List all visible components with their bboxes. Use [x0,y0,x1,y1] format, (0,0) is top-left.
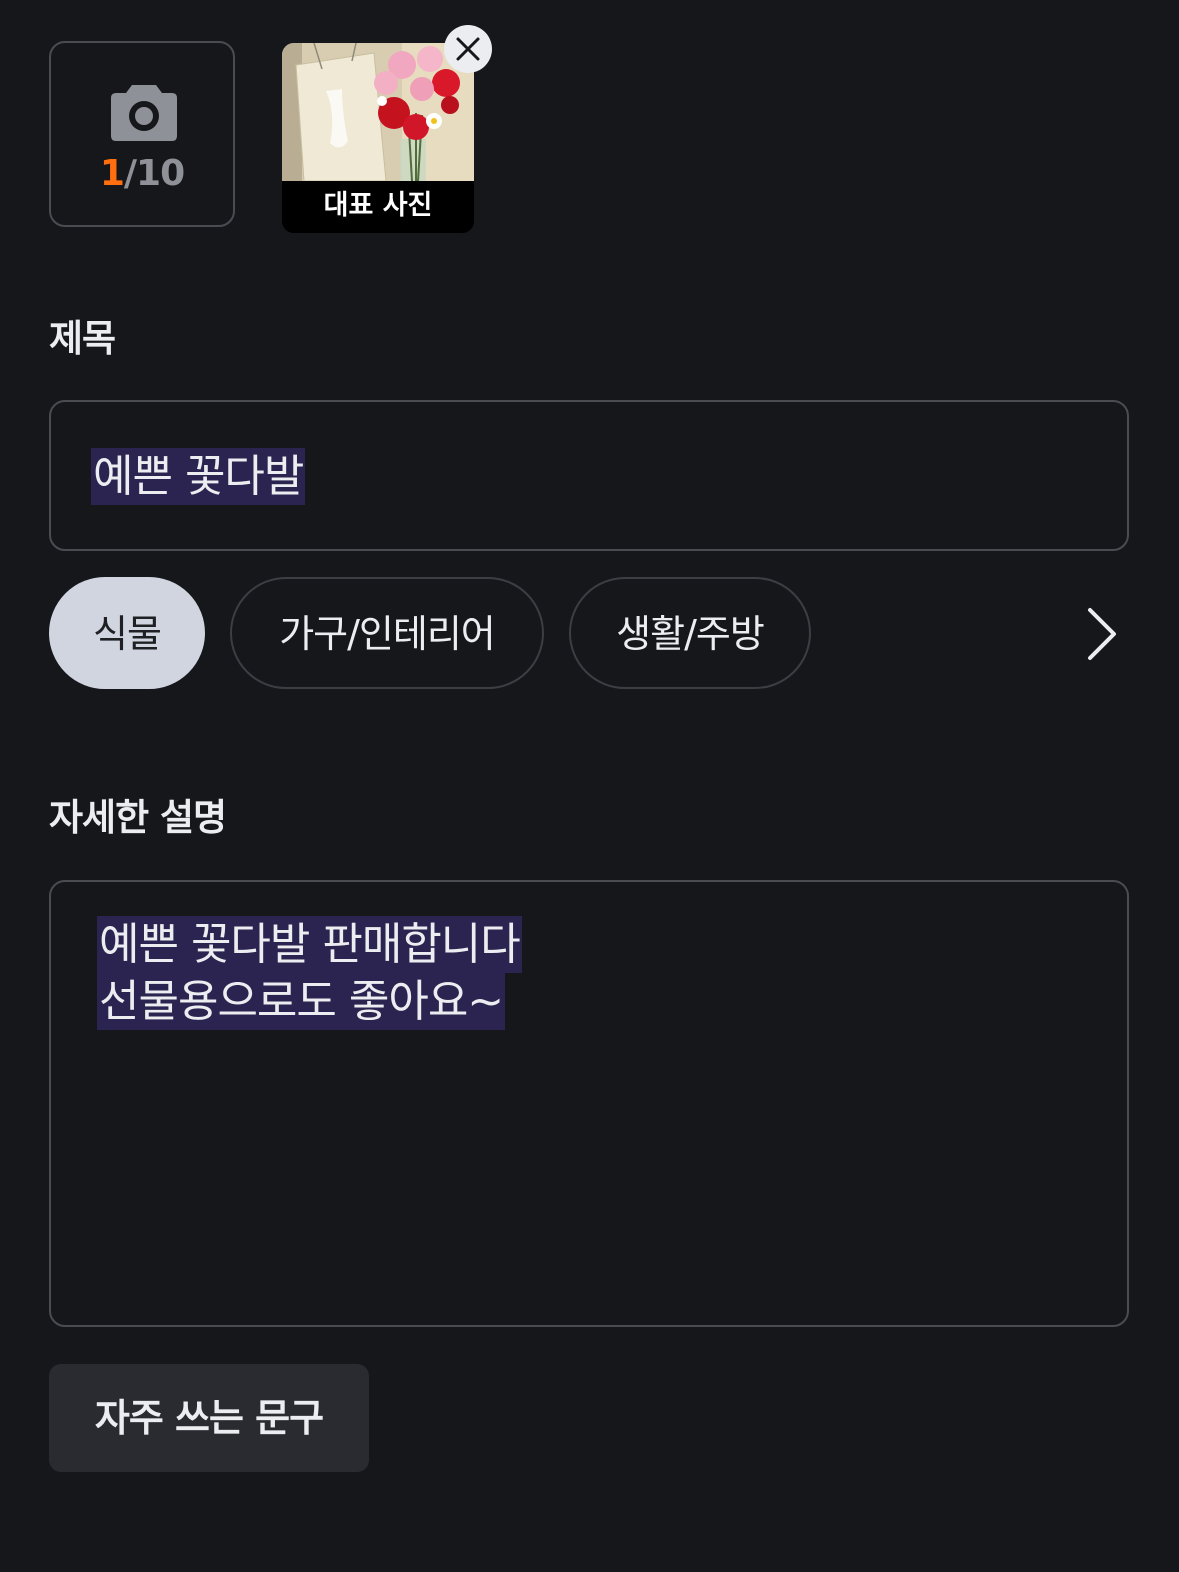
remove-photo-button[interactable] [444,25,492,73]
thumbnail-caption: 대표 사진 [282,181,474,233]
bouquet-photo [282,43,474,181]
close-icon [456,37,480,61]
photo-count-max: /10 [123,153,185,194]
camera-icon [111,85,177,141]
category-chip-plants[interactable]: 식물 [49,577,205,689]
chevron-right-icon[interactable] [1082,606,1122,662]
title-label: 제목 [49,317,116,360]
photo-count: 1/10 [51,153,233,194]
title-value: 예쁜 꽃다발 [91,448,306,505]
category-chip-kitchen[interactable]: 생활/주방 [569,577,811,689]
photo-thumbnail[interactable]: 대표 사진 [282,43,474,233]
frequent-phrases-button[interactable]: 자주 쓰는 문구 [49,1364,369,1472]
description-label: 자세한 설명 [49,796,227,839]
add-photo-button[interactable]: 1/10 [49,41,235,227]
photo-count-current: 1 [99,153,125,194]
category-chip-furniture[interactable]: 가구/인테리어 [230,577,544,689]
description-line: 선물용으로도 좋아요~ [97,973,506,1030]
description-textarea[interactable]: 예쁜 꽃다발 판매합니다 선물용으로도 좋아요~ [49,880,1129,1327]
title-input[interactable]: 예쁜 꽃다발 [49,400,1129,551]
description-line: 예쁜 꽃다발 판매합니다 [97,916,522,973]
